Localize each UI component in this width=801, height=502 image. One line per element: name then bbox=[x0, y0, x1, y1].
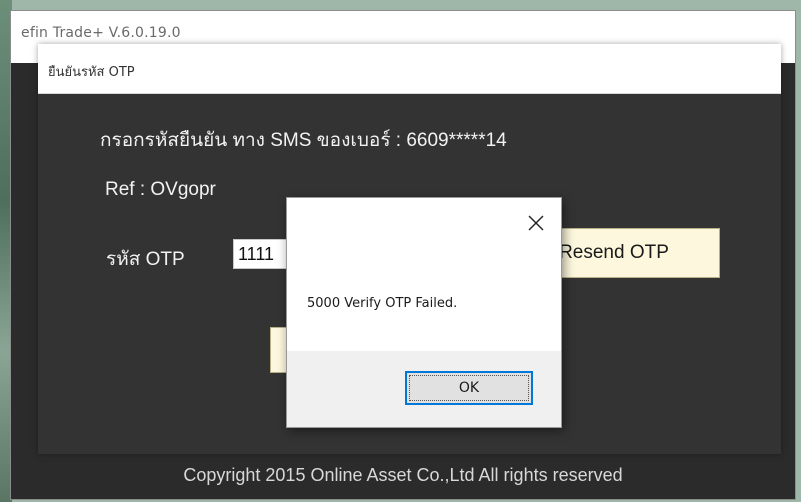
close-icon[interactable] bbox=[525, 212, 547, 234]
ok-button-label: OK bbox=[458, 380, 480, 396]
otp-label: รหัส OTP bbox=[106, 249, 185, 270]
error-message-text: 5000 Verify OTP Failed. bbox=[307, 296, 458, 311]
ok-button[interactable]: OK bbox=[405, 371, 533, 405]
sms-instruction: กรอกรหัสยืนยัน ทาง SMS ของเบอร์ : 6609**… bbox=[100, 130, 507, 151]
otp-dialog-title: ยืนยันรหัส OTP bbox=[48, 65, 135, 80]
message-box-footer: OK bbox=[287, 351, 561, 427]
ref-code: Ref : OVgopr bbox=[105, 179, 216, 200]
otp-dialog-titlebar[interactable]: ยืนยันรหัส OTP bbox=[38, 44, 781, 94]
main-window-title: efin Trade+ V.6.0.19.0 bbox=[21, 25, 181, 41]
resend-otp-label: Resend OTP bbox=[559, 242, 669, 263]
error-message-box: 5000 Verify OTP Failed. OK bbox=[286, 197, 562, 428]
copyright-text: Copyright 2015 Online Asset Co.,Ltd All … bbox=[183, 465, 623, 485]
